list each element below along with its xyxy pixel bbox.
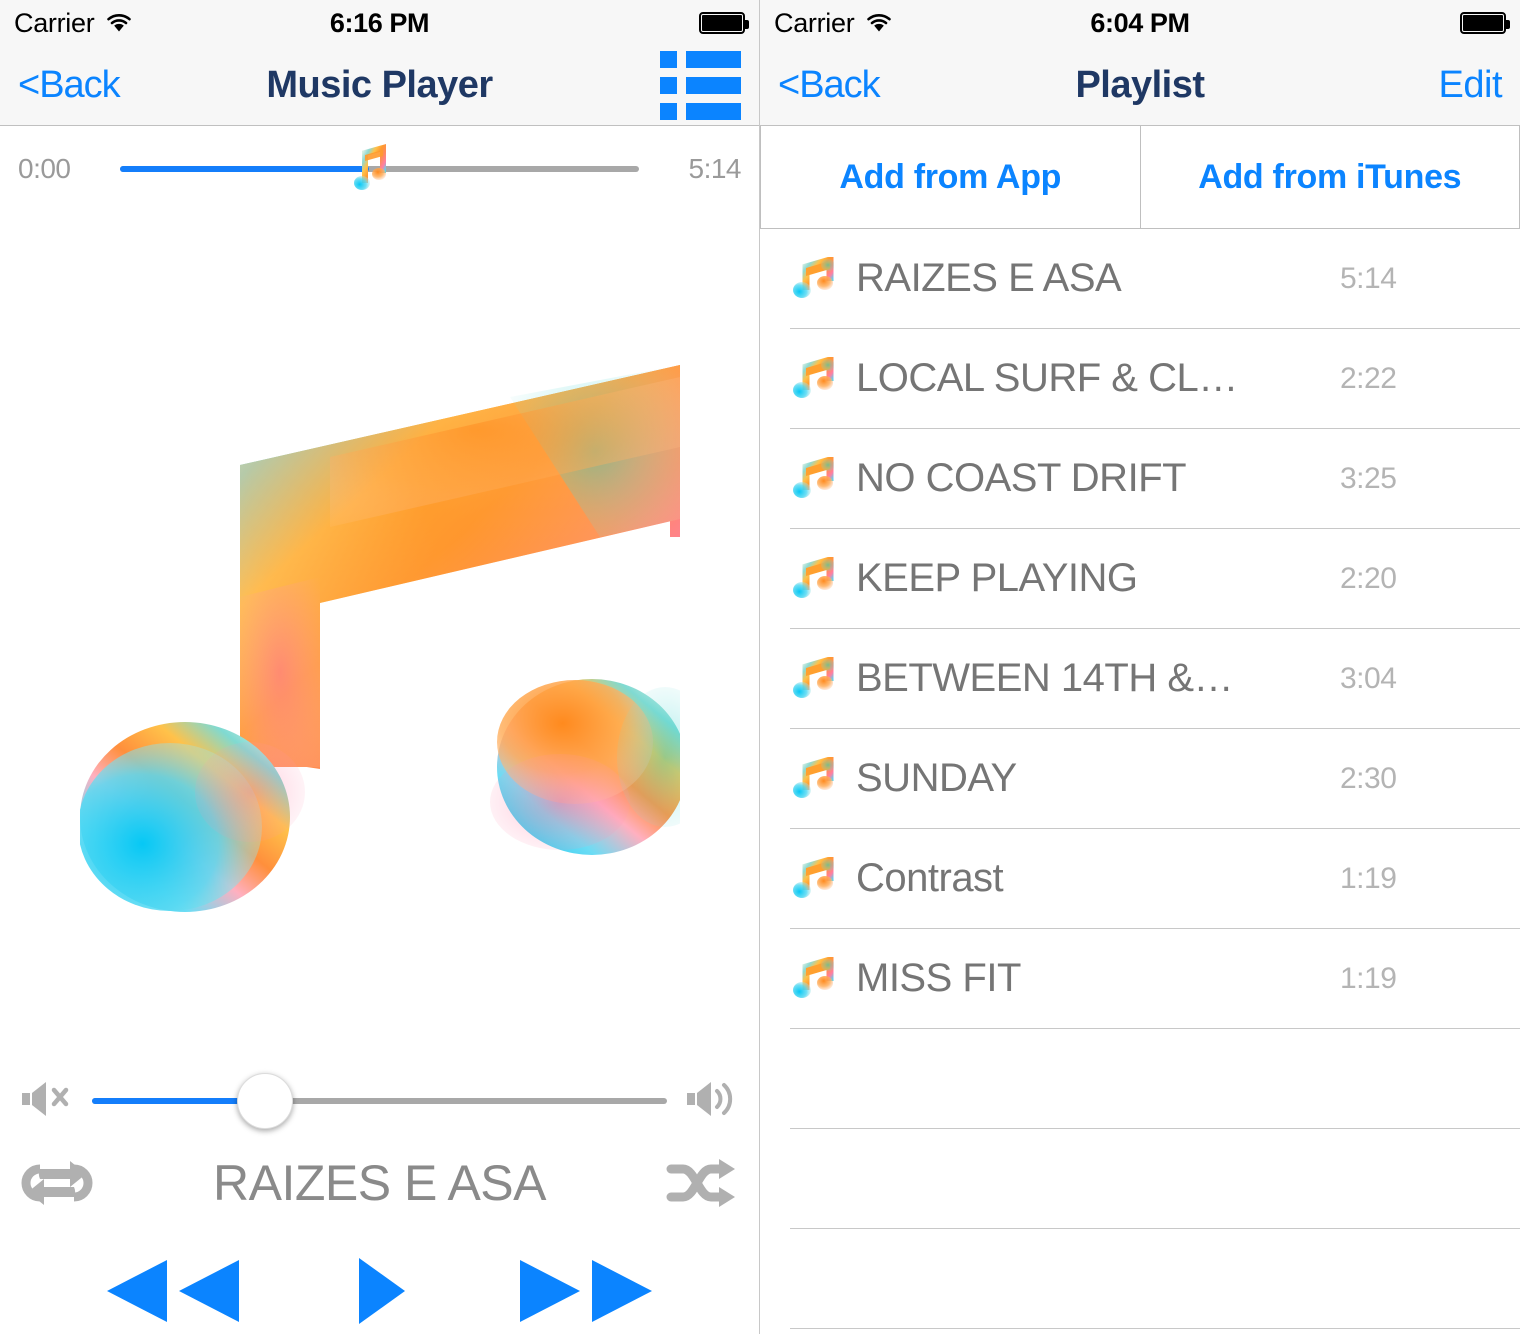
empty-table-row — [790, 1129, 1520, 1229]
music-note-icon — [790, 354, 835, 401]
wifi-icon — [864, 11, 894, 35]
music-note-icon — [790, 554, 835, 601]
track-title: RAIZES E ASA — [856, 256, 1122, 300]
table-row[interactable]: SUNDAY 2:30 — [790, 729, 1520, 829]
table-row[interactable]: NO COAST DRIFT 3:25 — [790, 429, 1520, 529]
playlist-nav-bar: <Back Playlist Edit — [760, 46, 1520, 126]
add-source-segmented-control: Add from App Add from iTunes — [760, 126, 1520, 229]
volume-thumb[interactable] — [236, 1073, 293, 1129]
volume-slider[interactable] — [92, 1073, 667, 1129]
now-playing-title: RAIZES E ASA — [212, 1155, 547, 1211]
track-title: SUNDAY — [856, 756, 1017, 800]
track-duration: 1:19 — [1340, 961, 1397, 995]
status-right — [699, 12, 749, 34]
repeat-icon[interactable] — [18, 1153, 96, 1213]
empty-table-row — [790, 1029, 1520, 1129]
table-row[interactable]: KEEP PLAYING 2:20 — [790, 529, 1520, 629]
track-title: LOCAL SURF & CL… — [856, 356, 1238, 400]
carrier-status: Carrier — [14, 8, 134, 39]
wifi-icon — [104, 11, 134, 35]
status-right — [1460, 12, 1510, 34]
watercolor-music-note-artwork — [79, 365, 680, 912]
track-duration: 5:14 — [1340, 261, 1397, 295]
album-artwork-container — [0, 212, 759, 1062]
carrier-status: Carrier — [774, 8, 894, 39]
battery-full-icon — [1460, 12, 1510, 34]
music-player-screen: Carrier 6:16 PM <Back Music Player 0:00 … — [0, 0, 760, 1334]
empty-table-row — [790, 1229, 1520, 1329]
track-title: KEEP PLAYING — [856, 556, 1138, 600]
track-title: BETWEEN 14TH &… — [856, 656, 1234, 700]
carrier-label: Carrier — [14, 7, 95, 38]
music-note-icon — [790, 754, 835, 801]
music-note-icon — [790, 254, 835, 301]
playlist-table: RAIZES E ASA 5:14 LOCAL SURF & CL… 2:22 NO… — [760, 229, 1520, 1329]
fast-forward-icon[interactable] — [506, 1254, 666, 1328]
elapsed-time: 0:00 — [18, 153, 71, 184]
player-nav-right — [660, 51, 741, 120]
rewind-icon[interactable] — [93, 1254, 253, 1328]
volume-mute-icon[interactable] — [16, 1076, 78, 1127]
playback-progress: 0:00 5:14 — [0, 126, 759, 212]
battery-full-icon — [699, 12, 749, 34]
progress-slider[interactable] — [120, 144, 639, 190]
table-row[interactable]: BETWEEN 14TH &… 3:04 — [790, 629, 1520, 729]
back-button[interactable]: <Back — [18, 64, 121, 107]
music-note-icon — [790, 654, 835, 701]
track-duration: 2:22 — [1340, 361, 1397, 395]
back-button[interactable]: <Back — [778, 64, 881, 107]
playlist-nav-right: Edit — [1439, 64, 1503, 107]
transport-controls — [0, 1226, 759, 1334]
carrier-label: Carrier — [774, 7, 855, 38]
music-note-icon — [790, 454, 835, 501]
progress-fill — [120, 166, 370, 172]
music-note-thumb-icon[interactable] — [352, 143, 387, 195]
segment-button-0[interactable]: Add from App — [760, 126, 1141, 228]
status-bar: Carrier 6:04 PM — [760, 0, 1520, 46]
track-title: Contrast — [856, 856, 1004, 900]
shuffle-icon[interactable] — [663, 1153, 741, 1213]
play-icon[interactable] — [339, 1254, 419, 1328]
music-note-icon — [790, 854, 835, 901]
track-duration: 2:30 — [1340, 761, 1397, 795]
player-nav-bar: <Back Music Player — [0, 46, 759, 126]
segment-button-1[interactable]: Add from iTunes — [1140, 126, 1520, 228]
track-duration: 2:20 — [1340, 561, 1397, 595]
music-note-icon — [790, 954, 835, 1001]
volume-control — [0, 1062, 759, 1140]
table-row[interactable]: RAIZES E ASA 5:14 — [790, 229, 1520, 329]
now-playing-row: RAIZES E ASA — [0, 1140, 759, 1226]
edit-button[interactable]: Edit — [1439, 64, 1503, 107]
dual-screen-container: Carrier 6:16 PM <Back Music Player 0:00 … — [0, 0, 1520, 1334]
volume-max-icon[interactable] — [681, 1076, 743, 1127]
status-bar: Carrier 6:16 PM — [0, 0, 759, 46]
table-row[interactable]: LOCAL SURF & CL… 2:22 — [790, 329, 1520, 429]
total-duration: 5:14 — [688, 153, 742, 184]
track-duration: 3:04 — [1340, 661, 1397, 695]
table-row[interactable]: Contrast 1:19 — [790, 829, 1520, 929]
list-icon[interactable] — [660, 51, 741, 120]
track-title: MISS FIT — [856, 956, 1021, 1000]
track-duration: 1:19 — [1340, 861, 1397, 895]
track-duration: 3:25 — [1340, 461, 1397, 495]
playlist-screen: Carrier 6:04 PM <Back Playlist Edit Add … — [760, 0, 1520, 1334]
table-row[interactable]: MISS FIT 1:19 — [790, 929, 1520, 1029]
track-title: NO COAST DRIFT — [856, 456, 1187, 500]
